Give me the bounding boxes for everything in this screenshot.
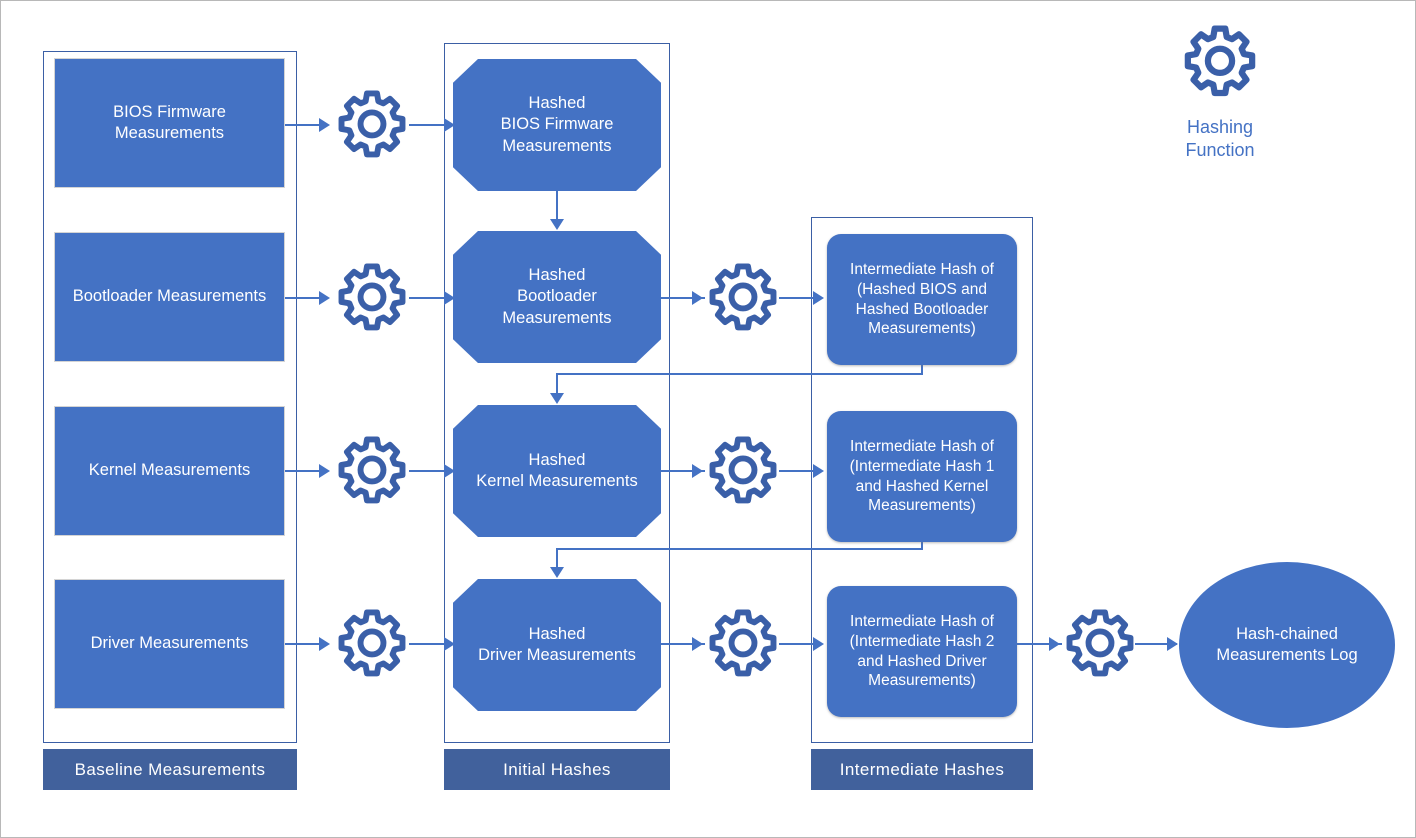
node-label: Kernel Measurements — [88, 461, 251, 480]
node-label: Bootloader Measurements — [72, 287, 267, 306]
arrow-head — [1167, 637, 1178, 651]
node-bios-firmware-measurements[interactable]: BIOS Firmware Measurements — [55, 59, 284, 187]
arrow-head — [692, 291, 703, 305]
node-label: Intermediate Hash of (Intermediate Hash … — [849, 612, 995, 690]
gear-icon — [706, 608, 780, 682]
column-footer-label: Initial Hashes — [503, 759, 611, 779]
node-intermediate-hash-3[interactable]: Intermediate Hash of (Intermediate Hash … — [827, 586, 1017, 717]
connector-ih2-left — [556, 548, 923, 550]
column-footer-baseline: Baseline Measurements — [43, 749, 297, 790]
legend-gear-icon — [1181, 24, 1259, 102]
node-bootloader-measurements[interactable]: Bootloader Measurements — [55, 233, 284, 361]
arrow-head — [319, 118, 330, 132]
arrow-head — [319, 464, 330, 478]
arrow-head — [319, 637, 330, 651]
node-label: BIOS Firmware Measurements — [113, 102, 226, 142]
node-label: Hash-chained Measurements Log — [1216, 624, 1358, 664]
arrow-head — [550, 219, 564, 230]
connector-ih1-into-hashed-kernel — [556, 373, 558, 395]
node-intermediate-hash-2[interactable]: Intermediate Hash of (Intermediate Hash … — [827, 411, 1017, 542]
node-hashed-kernel-measurements[interactable]: Hashed Kernel Measurements — [453, 405, 661, 537]
node-intermediate-hash-1[interactable]: Intermediate Hash of (Hashed BIOS and Ha… — [827, 234, 1017, 365]
gear-icon — [706, 262, 780, 336]
connector-hashed-bios-to-hashed-bootloader — [556, 191, 558, 221]
node-hash-chained-measurements-log[interactable]: Hash-chained Measurements Log — [1179, 562, 1395, 728]
arrow-head — [319, 291, 330, 305]
node-label: Driver Measurements — [90, 634, 249, 653]
arrow-head — [813, 291, 824, 305]
node-label: Hashed Bootloader Measurements — [502, 266, 612, 327]
connector-ih1-left — [556, 373, 923, 375]
gear-icon — [335, 608, 409, 682]
node-label: Hashed Kernel Measurements — [476, 450, 638, 490]
arrow-head — [550, 393, 564, 404]
arrow-head — [813, 637, 824, 651]
legend-label: Hashing Function — [1185, 117, 1255, 161]
diagram-canvas: Baseline Measurements Initial Hashes Int… — [0, 0, 1416, 838]
node-hashed-driver-measurements[interactable]: Hashed Driver Measurements — [453, 579, 661, 711]
column-footer-label: Baseline Measurements — [74, 759, 266, 779]
gear-icon — [706, 435, 780, 509]
node-driver-measurements[interactable]: Driver Measurements — [55, 580, 284, 708]
column-footer-label: Intermediate Hashes — [839, 759, 1005, 779]
gear-icon — [1063, 608, 1137, 682]
node-label: Intermediate Hash of (Intermediate Hash … — [849, 437, 995, 515]
arrow-head — [813, 464, 824, 478]
arrow-head — [550, 567, 564, 578]
node-label: Hashed Driver Measurements — [478, 624, 636, 664]
column-footer-initial: Initial Hashes — [444, 749, 670, 790]
gear-icon — [335, 89, 409, 163]
node-label: Hashed BIOS Firmware Measurements — [500, 94, 614, 155]
node-hashed-bootloader-measurements[interactable]: Hashed Bootloader Measurements — [453, 231, 661, 363]
gear-icon — [335, 262, 409, 336]
arrow-head — [1049, 637, 1060, 651]
node-kernel-measurements[interactable]: Kernel Measurements — [55, 407, 284, 535]
gear-icon — [335, 435, 409, 509]
column-footer-intermediate: Intermediate Hashes — [811, 749, 1033, 790]
arrow-head — [692, 464, 703, 478]
arrow-head — [692, 637, 703, 651]
node-hashed-bios-firmware-measurements[interactable]: Hashed BIOS Firmware Measurements — [453, 59, 661, 191]
node-label: Intermediate Hash of (Hashed BIOS and Ha… — [850, 260, 994, 338]
